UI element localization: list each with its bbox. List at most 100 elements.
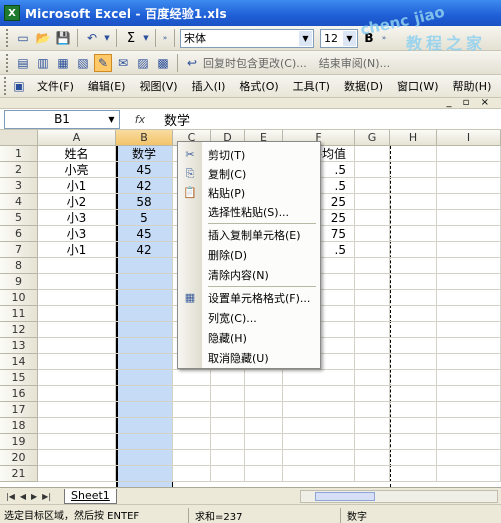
- new-file-icon[interactable]: ▭: [14, 29, 32, 47]
- cell-B20[interactable]: [116, 450, 173, 466]
- name-box[interactable]: B1 ▼: [4, 109, 120, 129]
- cell-I1[interactable]: [437, 146, 501, 162]
- cell-G21[interactable]: [355, 466, 390, 482]
- cell-A1[interactable]: 姓名: [38, 146, 116, 162]
- cell-A5[interactable]: 小3: [38, 210, 116, 226]
- cell-H4[interactable]: [390, 194, 437, 210]
- cell-I19[interactable]: [437, 434, 501, 450]
- review-icon-6[interactable]: ✉: [114, 54, 132, 72]
- reply-changes-icon[interactable]: ↩: [183, 54, 201, 72]
- cell-I6[interactable]: [437, 226, 501, 242]
- cell-G12[interactable]: [355, 322, 390, 338]
- cell-B21[interactable]: [116, 466, 173, 482]
- cell-B16[interactable]: [116, 386, 173, 402]
- toolbar-options-icon[interactable]: »: [161, 29, 169, 47]
- cell-H8[interactable]: [390, 258, 437, 274]
- menu-format[interactable]: 格式(O): [232, 78, 285, 94]
- font-name-dropdown-icon[interactable]: ▼: [299, 30, 312, 46]
- cell-B6[interactable]: 45: [116, 226, 173, 242]
- menu-insert[interactable]: 插入(I): [185, 78, 233, 94]
- row-header-7[interactable]: 7: [0, 242, 38, 258]
- row-header-1[interactable]: 1: [0, 146, 38, 162]
- cell-G11[interactable]: [355, 306, 390, 322]
- formula-input[interactable]: 数学: [160, 110, 190, 129]
- insert-function-icon[interactable]: fx: [120, 113, 160, 126]
- cell-B13[interactable]: [116, 338, 173, 354]
- cell-B9[interactable]: [116, 274, 173, 290]
- cell-A19[interactable]: [38, 434, 116, 450]
- row-header-3[interactable]: 3: [0, 178, 38, 194]
- cell-I16[interactable]: [437, 386, 501, 402]
- save-icon[interactable]: 💾: [54, 29, 72, 47]
- row-header-16[interactable]: 16: [0, 386, 38, 402]
- row-header-6[interactable]: 6: [0, 226, 38, 242]
- menu-data[interactable]: 数据(D): [337, 78, 390, 94]
- cell-B15[interactable]: [116, 370, 173, 386]
- row-header-19[interactable]: 19: [0, 434, 38, 450]
- cell-H11[interactable]: [390, 306, 437, 322]
- cell-H16[interactable]: [390, 386, 437, 402]
- cell-I5[interactable]: [437, 210, 501, 226]
- column-header-b[interactable]: B: [116, 130, 173, 146]
- review-icon-4[interactable]: ▧: [74, 54, 92, 72]
- cell-A14[interactable]: [38, 354, 116, 370]
- cell-F19[interactable]: [283, 434, 355, 450]
- context-paste-special[interactable]: 选择性粘贴(S)...: [178, 202, 320, 221]
- cell-B2[interactable]: 45: [116, 162, 173, 178]
- review-icon-7[interactable]: ▨: [134, 54, 152, 72]
- horizontal-scrollbar[interactable]: [300, 490, 498, 503]
- document-icon[interactable]: ▣: [10, 77, 28, 95]
- cell-I13[interactable]: [437, 338, 501, 354]
- cell-A20[interactable]: [38, 450, 116, 466]
- cell-H9[interactable]: [390, 274, 437, 290]
- cell-H17[interactable]: [390, 402, 437, 418]
- cell-C20[interactable]: [173, 450, 211, 466]
- context-delete[interactable]: 删除(D): [178, 245, 320, 264]
- cell-C15[interactable]: [173, 370, 211, 386]
- context-insert-copied-cells[interactable]: 插入复制单元格(E): [178, 225, 320, 244]
- cell-D18[interactable]: [211, 418, 245, 434]
- review-icon-5[interactable]: ✎: [94, 53, 112, 72]
- cell-B17[interactable]: [116, 402, 173, 418]
- context-format-cells[interactable]: ▦ 设置单元格格式(F)...: [178, 288, 320, 307]
- review-icon-3[interactable]: ▦: [54, 54, 72, 72]
- cell-E19[interactable]: [245, 434, 283, 450]
- cell-H3[interactable]: [390, 178, 437, 194]
- cell-B4[interactable]: 58: [116, 194, 173, 210]
- cell-A6[interactable]: 小3: [38, 226, 116, 242]
- context-cut[interactable]: ✂ 剪切(T): [178, 145, 320, 164]
- cell-G3[interactable]: [355, 178, 390, 194]
- cell-H13[interactable]: [390, 338, 437, 354]
- font-name-select[interactable]: 宋体 ▼: [180, 28, 314, 48]
- cell-I4[interactable]: [437, 194, 501, 210]
- cell-A12[interactable]: [38, 322, 116, 338]
- workbook-window-controls[interactable]: _ ▫ ×: [446, 97, 493, 108]
- cell-A4[interactable]: 小2: [38, 194, 116, 210]
- cell-A16[interactable]: [38, 386, 116, 402]
- toolbar-grip[interactable]: [6, 29, 9, 47]
- cell-I11[interactable]: [437, 306, 501, 322]
- end-review-button[interactable]: 结束审阅(N)...: [319, 55, 390, 71]
- name-box-dropdown-icon[interactable]: ▼: [105, 112, 118, 127]
- context-paste[interactable]: 📋 粘贴(P): [178, 183, 320, 202]
- cell-F16[interactable]: [283, 386, 355, 402]
- cell-A10[interactable]: [38, 290, 116, 306]
- context-clear-contents[interactable]: 清除内容(N): [178, 265, 320, 284]
- cell-F20[interactable]: [283, 450, 355, 466]
- prev-sheet-icon[interactable]: ◀: [20, 492, 26, 501]
- menu-window[interactable]: 窗口(W): [390, 78, 445, 94]
- cell-H12[interactable]: [390, 322, 437, 338]
- row-header-2[interactable]: 2: [0, 162, 38, 178]
- cell-B8[interactable]: [116, 258, 173, 274]
- cell-G8[interactable]: [355, 258, 390, 274]
- row-header-18[interactable]: 18: [0, 418, 38, 434]
- cell-B7[interactable]: 42: [116, 242, 173, 258]
- cell-G17[interactable]: [355, 402, 390, 418]
- cell-I14[interactable]: [437, 354, 501, 370]
- cell-A11[interactable]: [38, 306, 116, 322]
- cell-E15[interactable]: [245, 370, 283, 386]
- cell-G2[interactable]: [355, 162, 390, 178]
- row-header-11[interactable]: 11: [0, 306, 38, 322]
- cell-H6[interactable]: [390, 226, 437, 242]
- review-icon-2[interactable]: ▥: [34, 54, 52, 72]
